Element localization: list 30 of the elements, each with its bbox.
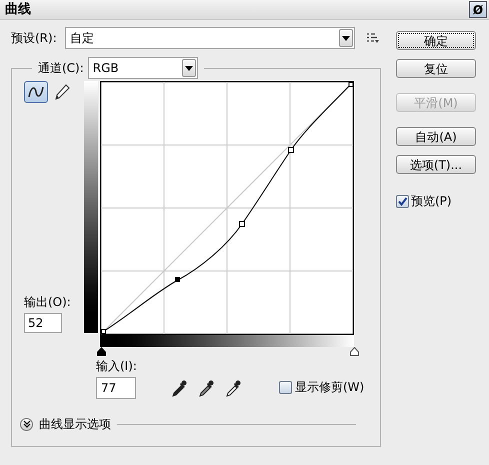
- show-clipping-label: 显示修剪(W): [294, 379, 364, 396]
- channel-dropdown[interactable]: RGB: [88, 57, 198, 79]
- preview-checkbox[interactable]: [396, 194, 409, 208]
- curve-tool-button[interactable]: [24, 81, 48, 103]
- display-options-label: 曲线显示选项: [39, 416, 111, 433]
- preset-label: 预设(R):: [11, 30, 58, 47]
- expand-toggle-icon[interactable]: [20, 418, 33, 430]
- dialog-button[interactable]: 选项(T)...: [396, 155, 476, 174]
- curve-graph[interactable]: [100, 81, 354, 335]
- preview-label: 预览(P): [411, 193, 452, 210]
- highlight-slider-icon[interactable]: [350, 347, 359, 356]
- shadow-slider-icon[interactable]: [97, 347, 106, 356]
- channel-label: 通道(C):: [38, 60, 84, 77]
- pencil-icon: [54, 83, 70, 101]
- output-label: 输出(O):: [24, 294, 72, 311]
- dialog-button[interactable]: 复位: [396, 59, 476, 78]
- eyedropper-icon[interactable]: [198, 379, 214, 397]
- dialog-button[interactable]: 自动(A): [396, 127, 476, 146]
- preset-dropdown[interactable]: 自定: [65, 27, 355, 49]
- close-button[interactable]: Ø: [469, 1, 487, 18]
- menu-icon[interactable]: [367, 33, 379, 43]
- show-clipping-checkbox[interactable]: [278, 380, 292, 394]
- eyedropper-icon[interactable]: [170, 379, 187, 397]
- input-field[interactable]: 77: [96, 377, 136, 399]
- curve-icon: [27, 85, 45, 99]
- input-label: 输入(I):: [96, 358, 137, 375]
- window-title: 曲线: [5, 0, 31, 19]
- output-field[interactable]: 52: [24, 313, 62, 333]
- dialog-button[interactable]: 确定: [396, 31, 476, 50]
- eyedropper-icon[interactable]: [224, 379, 241, 397]
